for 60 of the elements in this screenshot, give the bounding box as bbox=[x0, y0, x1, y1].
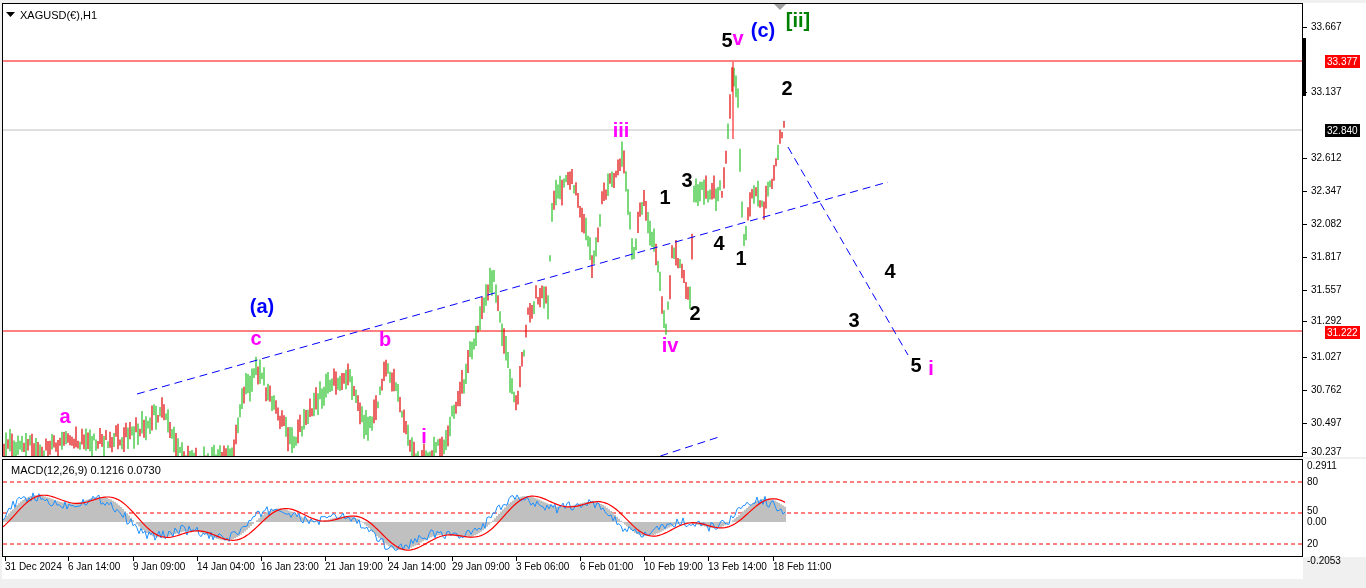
wave-label: v bbox=[732, 28, 744, 48]
wave-label: c bbox=[250, 328, 262, 348]
price-label: 30.497 bbox=[1311, 417, 1342, 429]
price-label: 30.237 bbox=[1311, 446, 1342, 458]
price-label: 33.667 bbox=[1311, 21, 1342, 33]
wave-label: 2 bbox=[689, 303, 701, 323]
wave-label: b bbox=[378, 329, 392, 349]
wave-label: 3 bbox=[848, 310, 860, 330]
price-label: 31.027 bbox=[1311, 351, 1342, 363]
wave-label: [ii] bbox=[785, 10, 811, 30]
wave-label: iii bbox=[612, 120, 630, 140]
price-label: 31.557 bbox=[1311, 284, 1342, 296]
price-label: 31.292 bbox=[1311, 315, 1342, 327]
time-label: 13 Feb 14:00 bbox=[708, 561, 767, 573]
macd-axis-label: 0.2911 bbox=[1307, 460, 1337, 471]
wave-label: 4 bbox=[713, 233, 725, 253]
price-tag: 31.222 bbox=[1325, 326, 1360, 339]
time-label: 31 Dec 2024 bbox=[5, 561, 62, 573]
price-label: 32.347 bbox=[1311, 185, 1342, 197]
wave-label: 5 bbox=[910, 355, 922, 375]
price-label: 31.817 bbox=[1311, 251, 1342, 263]
wave-label: (c) bbox=[750, 20, 776, 40]
price-label: 32.612 bbox=[1311, 152, 1342, 164]
time-label: 6 Jan 14:00 bbox=[68, 561, 121, 573]
price-label: 30.762 bbox=[1311, 384, 1342, 396]
macd-title: MACD(12,26,9) 0.1216 0.0730 bbox=[11, 463, 161, 478]
wave-label: iv bbox=[661, 335, 679, 355]
wave-label: i bbox=[928, 358, 934, 378]
wave-label: 5 bbox=[721, 30, 733, 50]
wave-label: 2 bbox=[781, 78, 793, 98]
time-label: 10 Feb 19:00 bbox=[644, 561, 703, 573]
price-label: 32.082 bbox=[1311, 218, 1342, 230]
price-tag: 33.377 bbox=[1325, 55, 1360, 68]
wave-label: a bbox=[59, 406, 71, 426]
shift-marker-icon[interactable] bbox=[774, 4, 786, 10]
scroll-handle[interactable] bbox=[1303, 38, 1306, 96]
macd-axis-label: -0.2053 bbox=[1307, 555, 1341, 566]
price-tag: 32.840 bbox=[1325, 124, 1360, 137]
time-label: 21 Jan 19:00 bbox=[325, 561, 383, 573]
time-label: 24 Jan 14:00 bbox=[388, 561, 446, 573]
time-label: 29 Jan 09:00 bbox=[452, 561, 510, 573]
dropdown-icon[interactable] bbox=[6, 12, 15, 19]
wave-label: 4 bbox=[884, 261, 896, 281]
time-label: 3 Feb 06:00 bbox=[516, 561, 570, 573]
time-label: 16 Jan 23:00 bbox=[261, 561, 319, 573]
macd-axis-label: 20 bbox=[1307, 538, 1319, 549]
price-label: 33.137 bbox=[1311, 86, 1342, 98]
time-label: 6 Feb 01:00 bbox=[580, 561, 634, 573]
wave-label: 1 bbox=[659, 187, 671, 207]
time-label: 9 Jan 09:00 bbox=[133, 561, 186, 573]
wave-label: 1 bbox=[735, 248, 747, 268]
time-label: 14 Jan 04:00 bbox=[197, 561, 255, 573]
wave-label: 3 bbox=[681, 170, 693, 190]
time-label: 18 Feb 11:00 bbox=[773, 561, 832, 573]
wave-label: i bbox=[421, 426, 427, 446]
macd-axis-label: 50 bbox=[1307, 505, 1319, 516]
wave-label: (a) bbox=[249, 296, 275, 316]
chart-symbol-title: XAGUSD(€),H1 bbox=[20, 8, 98, 23]
macd-axis-label: 0.00 bbox=[1307, 516, 1327, 527]
macd-axis-label: 80 bbox=[1307, 476, 1319, 487]
